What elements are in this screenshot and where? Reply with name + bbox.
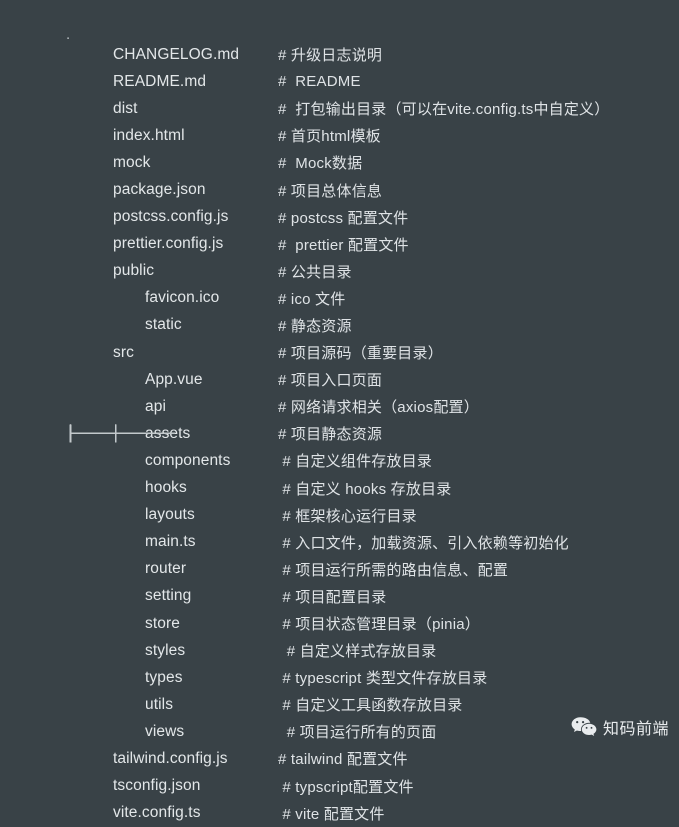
tree-node-comment: # README xyxy=(278,73,361,91)
tree-node-name: types xyxy=(145,668,183,686)
tree-row: ├────── dist # 打包输出目录（可以在vite.config.ts中自定… xyxy=(0,95,679,441)
tree-node-comment: # 升级日志说明 xyxy=(278,47,383,65)
watermark: 知码前端 xyxy=(571,715,669,739)
tree-node-comment: # 项目源码（重要目录） xyxy=(278,345,443,363)
tree-node-name: package.json xyxy=(113,181,206,199)
tree-row: │ ├────── layouts # 框架核心运行目录 xyxy=(0,426,679,529)
tree-node-name: tailwind.config.js xyxy=(113,749,228,767)
tree-node-comment: # typscript配置文件 xyxy=(278,778,414,796)
tree-node-comment: # 入口文件，加载资源、引入依赖等初始化 xyxy=(278,534,569,552)
tree-row: │ ├────── router # 项目运行所需的路由信息、配置 xyxy=(0,426,679,583)
tree-row: │ ├────── store # 项目状态管理目录（pinia） xyxy=(0,426,679,637)
tree-node-name: prettier.config.js xyxy=(113,235,224,253)
tree-node-name: mock xyxy=(113,153,151,171)
tree-row: ├────── prettier.config.js # prettier 配置文件 xyxy=(0,231,679,441)
tree-node-comment: # 自定义组件存放目录 xyxy=(278,453,433,471)
project-file-tree: ├────── CHANGELOG.md # 升级日志说明 ├────── README… xyxy=(0,41,679,827)
tree-node-name: App.vue xyxy=(145,370,203,388)
tree-row: │ ├────── main.ts # 入口文件，加载资源、引入依赖等初始化 xyxy=(0,426,679,556)
tree-connector: ├────── xyxy=(66,424,130,443)
tree-node-comment: # 自定义样式存放目录 xyxy=(278,643,437,661)
tree-node-name: static xyxy=(145,316,182,334)
tree-node-comment: # postcss 配置文件 xyxy=(278,209,409,227)
tree-row: │ ├────── setting # 项目配置目录 xyxy=(0,426,679,610)
tree-node-name: views xyxy=(145,722,185,740)
tree-row: │ └────── static # 静态资源 xyxy=(0,312,679,440)
tree-node-comment: # typescript 类型文件存放目录 xyxy=(278,670,488,688)
tree-row: ├────── public # 公共目录 xyxy=(0,258,679,441)
wechat-icon xyxy=(571,716,597,738)
tree-node-comment: # ico 文件 xyxy=(278,290,346,308)
tree-row: ├────── vite.config.ts # vite 配置文件 xyxy=(0,426,679,827)
tree-node-comment: # 自定义工具函数存放目录 xyxy=(278,697,463,715)
tree-node-comment: # 项目入口页面 xyxy=(278,372,383,390)
tree-row: │ ├────── favicon.ico # ico 文件 xyxy=(0,285,679,440)
tree-node-comment: # Mock数据 xyxy=(278,155,363,173)
tree-row: ├────── postcss.config.js # postcss 配置文件 xyxy=(0,204,679,441)
tree-row: │ ├────── App.vue # 项目入口页面 xyxy=(0,366,679,441)
tree-row: │ ├────── api # 网络请求相关（axios配置） xyxy=(0,393,679,441)
tree-node-name: public xyxy=(113,262,155,280)
tree-node-comment: # 框架核心运行目录 xyxy=(278,507,417,525)
tree-row: │ ├────── types # typescript 类型文件存放目录 xyxy=(0,426,679,691)
tree-node-comment: # 打包输出目录（可以在vite.config.ts中自定义） xyxy=(278,101,610,119)
tree-node-name: api xyxy=(145,397,166,415)
tree-node-name: vite.config.ts xyxy=(113,804,201,822)
tree-root-dot: . xyxy=(66,26,71,43)
tree-node-name: favicon.ico xyxy=(145,289,220,307)
tree-node-name: utils xyxy=(145,695,174,713)
tree-node-name: index.html xyxy=(113,126,185,144)
watermark-label: 知码前端 xyxy=(602,721,669,738)
tree-node-name: main.ts xyxy=(145,533,196,551)
tree-node-comment: # 项目状态管理目录（pinia） xyxy=(278,616,480,634)
tree-row: │ ├────── components # 自定义组件存放目录 xyxy=(0,426,679,474)
tree-row: │ ├────── styles # 自定义样式存放目录 xyxy=(0,426,679,664)
tree-row: ├────── README.md # README xyxy=(0,68,679,441)
tree-node-name: src xyxy=(113,343,134,361)
tree-node-comment: # 首页html模板 xyxy=(278,128,381,146)
tree-node-comment: # prettier 配置文件 xyxy=(278,236,409,254)
tree-node-comment: # 项目总体信息 xyxy=(278,182,383,200)
tree-row: ├────── package.json # 项目总体信息 xyxy=(0,176,679,441)
tree-node-comment: # 静态资源 xyxy=(278,317,352,335)
tree-row: ├────── mock # Mock数据 xyxy=(0,149,679,441)
tree-row: ├────── src # 项目源码（重要目录） xyxy=(0,339,679,441)
tree-node-comment: # 项目静态资源 xyxy=(278,426,383,444)
tree-row: │ ├────── hooks # 自定义 hooks 存放目录 xyxy=(0,426,679,502)
tree-node-name: README.md xyxy=(113,72,207,90)
tree-node-name: layouts xyxy=(145,506,195,524)
tree-node-name: store xyxy=(145,614,180,632)
tree-row: ├────── tailwind.config.js # tailwind 配置文件 xyxy=(0,426,679,772)
tree-row: ├────── index.html # 首页html模板 xyxy=(0,122,679,441)
tree-node-name: tsconfig.json xyxy=(113,777,201,795)
tree-node-comment: # 项目运行所有的页面 xyxy=(278,724,437,742)
tree-node-comment: # 项目运行所需的路由信息、配置 xyxy=(278,561,509,579)
tree-node-comment: # 公共目录 xyxy=(278,263,352,281)
tree-node-comment: # 网络请求相关（axios配置） xyxy=(278,399,479,417)
tree-node-comment: # tailwind 配置文件 xyxy=(278,751,408,769)
tree-node-name: components xyxy=(145,451,231,469)
tree-node-name: dist xyxy=(113,99,138,117)
tree-node-name: setting xyxy=(145,587,192,605)
tree-row: ├────── CHANGELOG.md # 升级日志说明 xyxy=(0,41,679,441)
tree-node-name: hooks xyxy=(145,479,187,497)
tree-node-name: styles xyxy=(145,641,186,659)
tree-node-name: router xyxy=(145,560,187,578)
tree-node-comment: # vite 配置文件 xyxy=(278,805,385,823)
tree-node-comment: # 项目配置目录 xyxy=(278,588,387,606)
tree-node-name: CHANGELOG.md xyxy=(113,45,240,63)
tree-node-name: postcss.config.js xyxy=(113,208,229,226)
tree-node-comment: # 自定义 hooks 存放目录 xyxy=(278,480,452,498)
tree-row: ├────── tsconfig.json # typscript配置文件 xyxy=(0,426,679,800)
